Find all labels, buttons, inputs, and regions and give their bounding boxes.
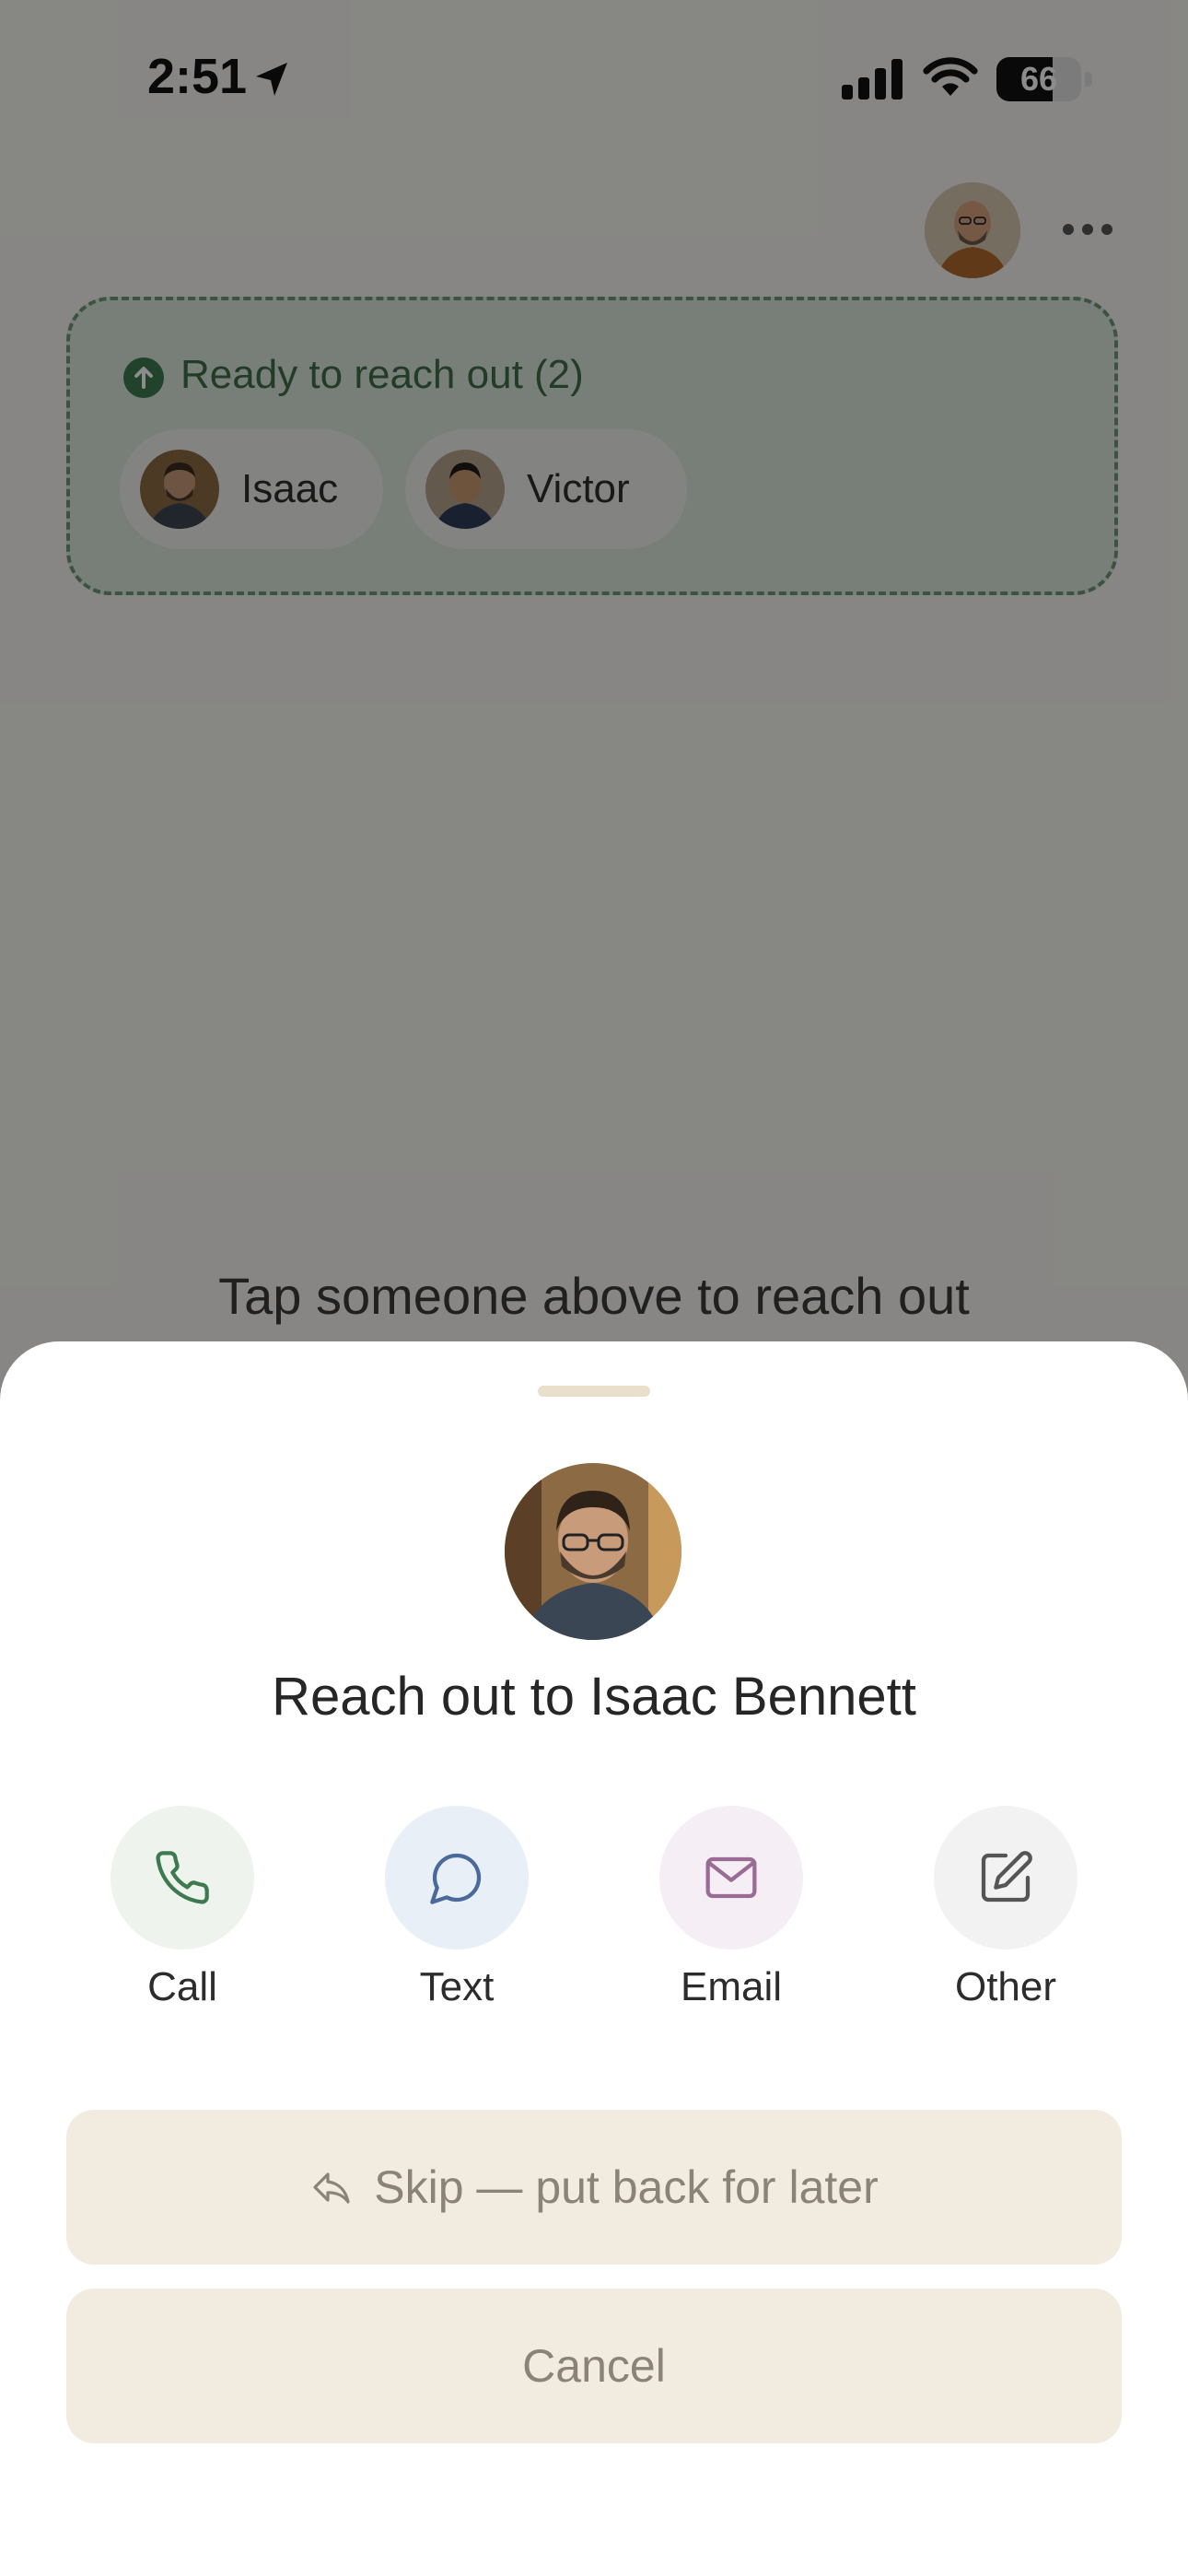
sheet-grabber[interactable] [538,1386,650,1397]
edit-icon [981,1851,1032,1903]
other-circle [934,1806,1077,1950]
skip-label: Skip — put back for later [374,2161,879,2213]
contact-avatar [505,1463,681,1640]
text-button[interactable]: Text [355,1806,558,2027]
email-circle [659,1806,803,1950]
mail-icon [705,1856,757,1899]
other-label: Other [954,1964,1057,2009]
cancel-button[interactable]: Cancel [66,2289,1122,2443]
call-button[interactable]: Call [81,1806,284,2027]
sheet-title: Reach out to Isaac Bennett [272,1667,916,1727]
email-label: Email [680,1964,783,2009]
reach-out-sheet: Reach out to Isaac Bennett Call Text Ema… [0,1341,1188,2576]
cancel-label: Cancel [522,2340,666,2392]
call-label: Call [147,1964,217,2009]
skip-button[interactable]: Skip — put back for later [66,2110,1122,2265]
text-label: Text [419,1964,495,2009]
reply-icon [313,2172,350,2204]
text-circle [385,1806,529,1950]
other-button[interactable]: Other [904,1806,1107,2027]
call-circle [111,1806,254,1950]
email-button[interactable]: Email [630,1806,833,2027]
phone-icon [156,1851,209,1904]
chat-bubble-icon [430,1853,482,1904]
